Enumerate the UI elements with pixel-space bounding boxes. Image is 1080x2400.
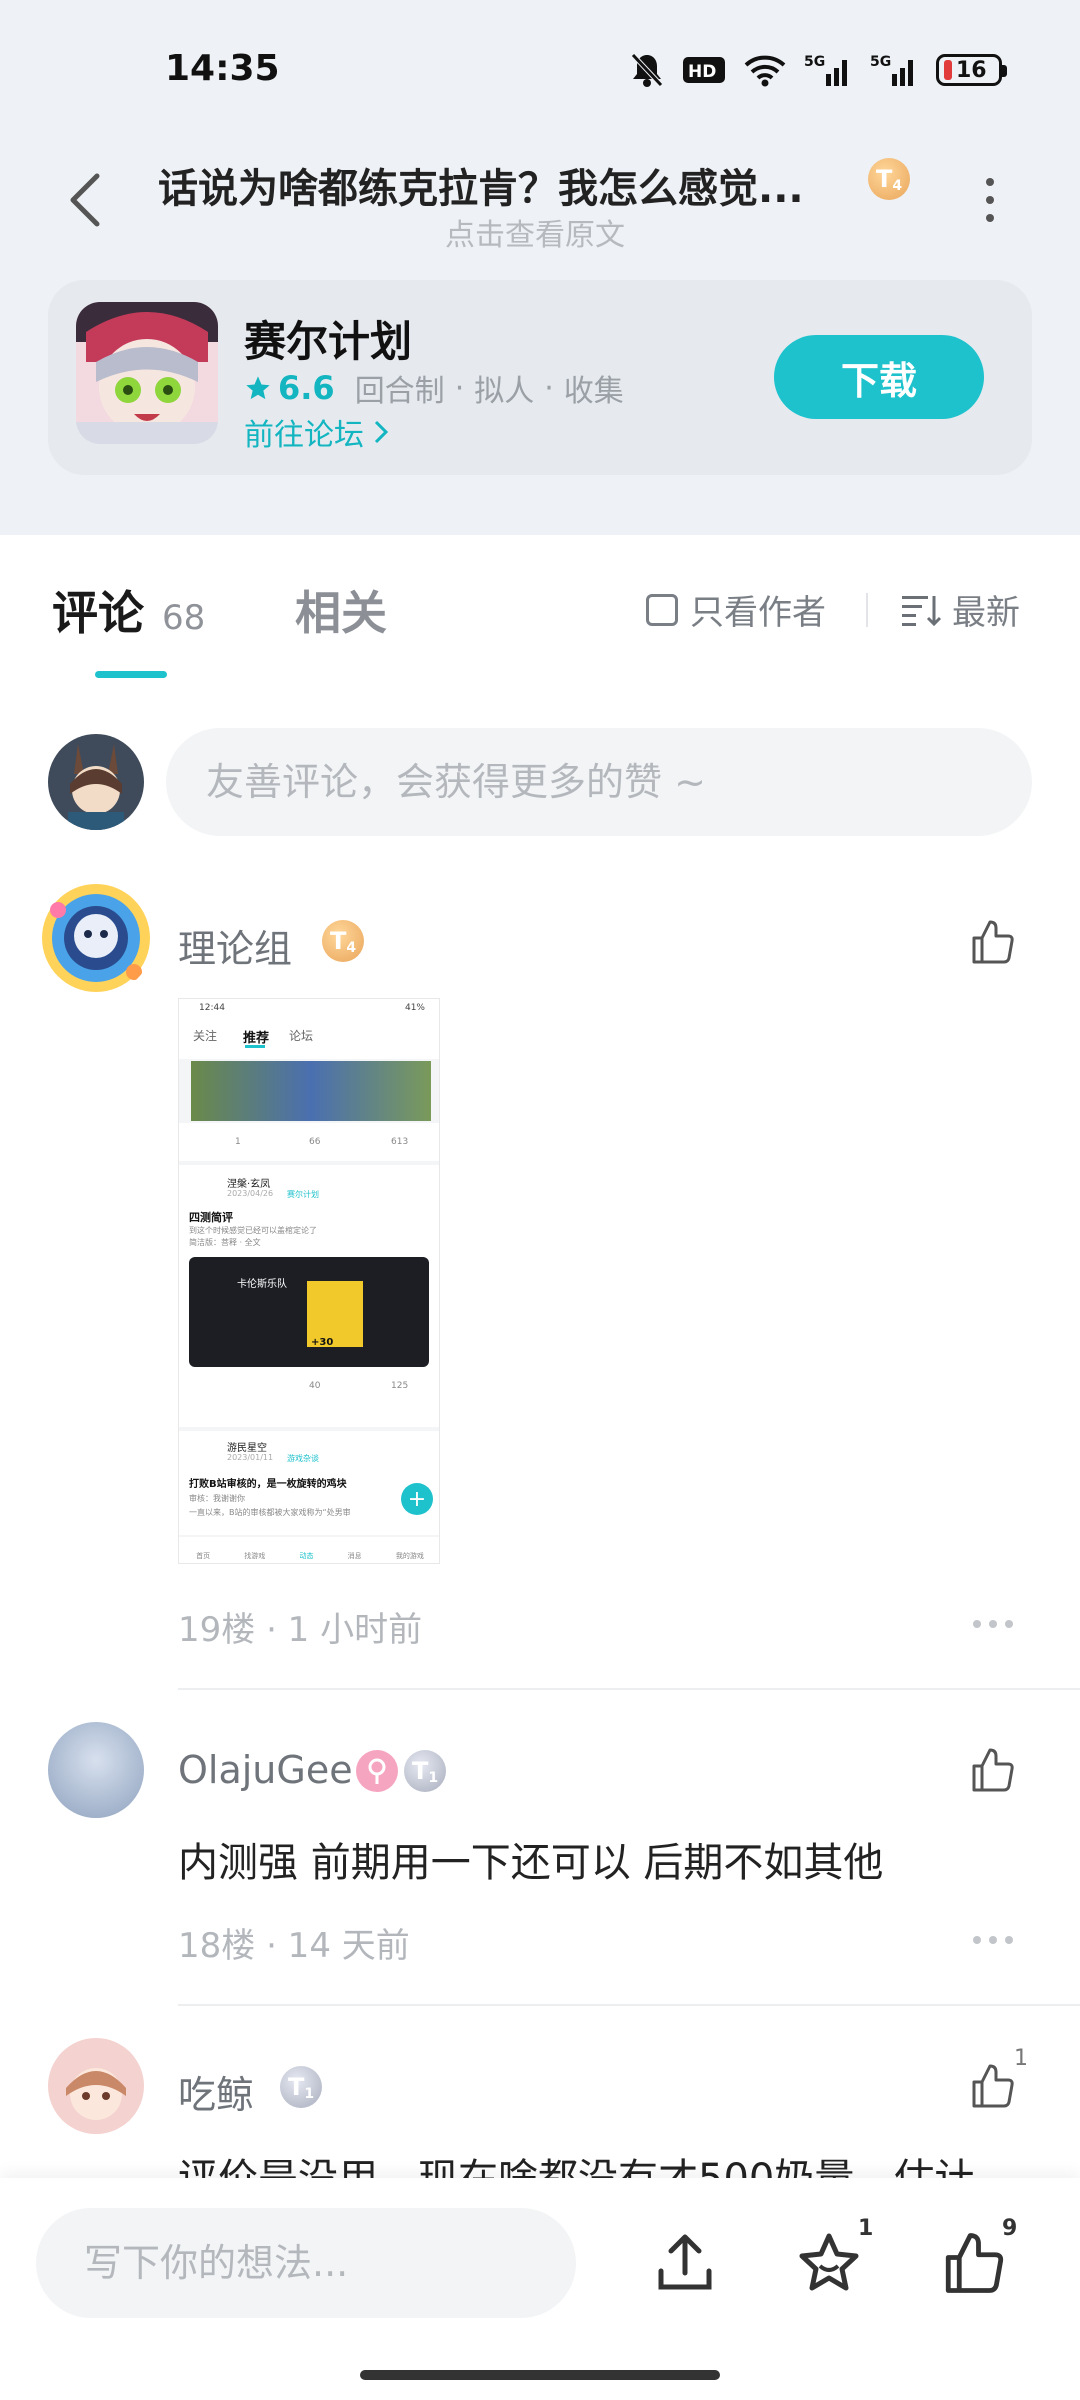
game-score: 6.6 xyxy=(244,369,335,407)
game-tag: 收集 xyxy=(563,374,624,409)
comment-image[interactable]: 12:44 41% 关注 推荐 论坛 1 66 613 涅槃·玄凤 2023/0… xyxy=(178,998,440,1564)
thumbs-up-icon xyxy=(972,920,1014,964)
comment-more-button[interactable] xyxy=(973,1936,1013,1944)
gender-icon xyxy=(356,1750,398,1792)
like-button[interactable] xyxy=(962,2056,1022,2116)
user-level-badge: T4 xyxy=(322,920,364,962)
embedded-bottom-nav: 首页 找游戏 动态 消息 我的游戏 xyxy=(179,1537,439,1563)
game-card[interactable]: 赛尔计划 6.6 回合制 · 拟人 · 收集 前往论坛 下载 xyxy=(48,280,1032,475)
embedded-stats: 1 66 613 xyxy=(179,1123,439,1161)
like-button[interactable] xyxy=(962,1740,1022,1800)
svg-text:5G: 5G xyxy=(870,54,891,70)
bottom-bar: 1 9 xyxy=(0,2178,1080,2400)
embedded-image xyxy=(191,1061,431,1121)
embedded-time: 12:44 xyxy=(199,1003,225,1013)
tab-related[interactable]: 相关 xyxy=(295,577,387,643)
sort-icon xyxy=(902,595,942,626)
plus-icon: + xyxy=(401,1483,433,1515)
hd-icon: HD xyxy=(682,50,726,90)
user-level-badge: T4 xyxy=(868,158,910,200)
my-avatar[interactable] xyxy=(48,734,144,830)
comment-more-button[interactable] xyxy=(973,1620,1013,1628)
5g-signal-icon: 5G xyxy=(870,50,918,90)
divider xyxy=(866,593,868,627)
comment-meta: 18楼 · 14 天前 xyxy=(178,1926,410,1966)
divider xyxy=(178,2004,1080,2006)
title-bar: 话说为啥都练克拉肯？我怎么感觉... T4 点击查看原文 xyxy=(0,140,1080,260)
tab-comments[interactable]: 评论 68 xyxy=(52,577,205,643)
embedded-tab-indicator xyxy=(245,1045,265,1048)
favorite-count: 1 xyxy=(858,2216,874,2241)
chevron-right-icon xyxy=(374,420,389,444)
game-icon[interactable] xyxy=(76,302,218,444)
star-icon xyxy=(799,2233,859,2291)
embedded-post: 游民星空 2023/01/11 游戏杂谈 打败B站审核的，是一枚旋转的鸡块 审核… xyxy=(179,1431,439,1535)
comment-author[interactable]: 理论组 xyxy=(178,918,292,973)
star-icon xyxy=(246,376,270,400)
forum-link[interactable]: 前往论坛 xyxy=(244,410,390,454)
avatar[interactable] xyxy=(48,1722,144,1818)
share-icon xyxy=(658,2234,712,2290)
status-time: 14:35 xyxy=(165,48,280,89)
embedded-battery: 41% xyxy=(404,1003,425,1013)
5g-signal-icon: 5G xyxy=(804,50,852,90)
back-button[interactable] xyxy=(55,165,115,235)
embedded-tab: 推荐 xyxy=(243,1031,270,1046)
thumbs-up-icon xyxy=(972,2064,1014,2108)
post-title[interactable]: 话说为啥都练克拉肯？我怎么感觉... xyxy=(158,156,838,214)
game-meta: 6.6 回合制 · 拟人 · 收集 xyxy=(244,366,624,410)
battery-icon: 16 xyxy=(936,54,1007,86)
embedded-tab: 关注 xyxy=(193,1029,218,1043)
tag-separator: · xyxy=(544,370,554,406)
like-button[interactable] xyxy=(962,912,1022,972)
avatar[interactable] xyxy=(48,2038,144,2134)
chevron-left-icon xyxy=(70,173,100,227)
embedded-game-image: 卡伦斯乐队 +30 xyxy=(189,1257,429,1367)
download-button[interactable]: 下载 xyxy=(774,335,984,419)
status-bar: 14:35 HD 5G 5G 16 xyxy=(0,0,1080,130)
divider xyxy=(178,1688,1080,1690)
embedded-post: 涅槃·玄凤 2023/04/26 赛尔计划 四测简评 到这个时候感觉已经可以盖棺… xyxy=(179,1165,439,1427)
view-original-link[interactable]: 点击查看原文 xyxy=(445,210,625,254)
user-level-badge: T1 xyxy=(404,1750,446,1792)
game-name[interactable]: 赛尔计划 xyxy=(244,308,412,369)
game-tag: 回合制 xyxy=(354,374,445,409)
comment-meta: 19楼 · 1 小时前 xyxy=(178,1610,423,1650)
thumbs-up-icon xyxy=(972,1748,1014,1792)
reply-input[interactable] xyxy=(36,2208,576,2318)
comment-text: 内测强 前期用一下还可以 后期不如其他 xyxy=(178,1840,884,1886)
comment-author[interactable]: 吃鲸 xyxy=(178,2064,254,2119)
status-icons: HD 5G 5G 16 xyxy=(630,50,1007,90)
like-count: 1 xyxy=(1014,2046,1028,2071)
wifi-icon xyxy=(744,50,786,90)
comment-count: 68 xyxy=(162,598,206,638)
thumbs-up-icon xyxy=(945,2233,1004,2293)
battery-level: 16 xyxy=(956,57,987,83)
like-count: 9 xyxy=(1002,2216,1018,2241)
active-tab-indicator xyxy=(95,671,167,678)
content-tabs: 评论 68 相关 只看作者 最新 xyxy=(0,535,1080,685)
user-level-badge: T1 xyxy=(280,2066,322,2108)
embedded-header: 12:44 41% 关注 推荐 论坛 xyxy=(179,999,439,1059)
game-tag: 拟人 xyxy=(474,374,535,409)
comment-author[interactable]: OlajuGee xyxy=(178,1748,353,1792)
share-button[interactable] xyxy=(640,2218,730,2308)
sort-button[interactable]: 最新 xyxy=(900,585,1020,634)
checkbox-icon xyxy=(646,593,678,626)
avatar[interactable] xyxy=(38,880,154,996)
more-options-button[interactable] xyxy=(975,170,1005,230)
home-indicator[interactable] xyxy=(360,2370,720,2380)
comment-input[interactable] xyxy=(166,728,1032,836)
only-author-toggle[interactable]: 只看作者 xyxy=(646,585,826,634)
mute-bell-icon xyxy=(630,50,664,90)
svg-text:HD: HD xyxy=(688,62,716,82)
tag-separator: · xyxy=(454,370,465,406)
svg-text:5G: 5G xyxy=(804,54,825,70)
embedded-tab: 论坛 xyxy=(289,1029,314,1043)
